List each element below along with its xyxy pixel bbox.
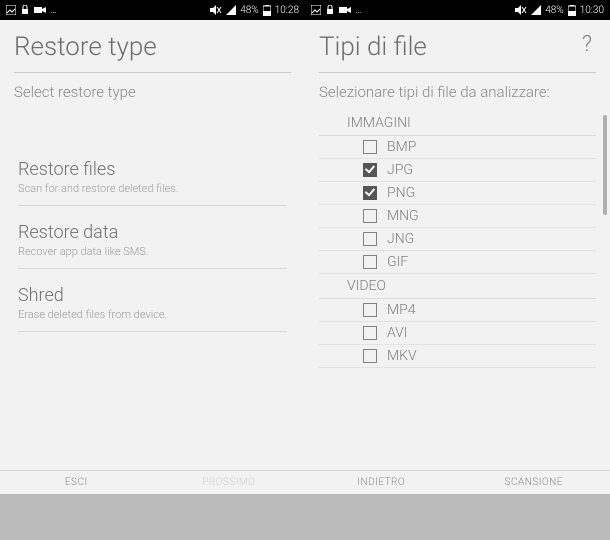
battery-pct: 48% [545,5,564,16]
item-label: JPG [387,162,413,178]
item-label: AVI [387,325,408,341]
checkbox[interactable] [363,186,377,200]
filetype-item-mng[interactable]: MNG [319,205,596,228]
dots-icon: … [50,5,56,16]
checkbox[interactable] [363,163,377,177]
clock: 10:30 [580,5,604,16]
footer: INDIETRO SCANSIONE [305,470,610,494]
option-title: Shred [18,285,287,306]
bottom-gray [0,494,305,540]
checkbox[interactable] [363,303,377,317]
checkbox[interactable] [363,209,377,223]
video-icon [34,5,46,15]
mute-icon [210,5,222,15]
checkbox[interactable] [363,349,377,363]
mute-icon [515,5,527,15]
filetype-item-mp4[interactable]: MP4 [319,299,596,322]
battery-pct: 48% [240,5,259,16]
category-video: VIDEO [319,274,596,299]
item-label: MNG [387,208,419,224]
status-right-icons: 48% 10:28 [210,5,299,16]
subtitle: Selezionare tipi di file da analizzare: [305,83,610,111]
image-icon [6,5,16,15]
clock: 10:28 [275,5,299,16]
help-icon[interactable]: ? [578,32,596,57]
file-type-list[interactable]: IMMAGINI BMP JPG PNG MNG JNG GIF VIDEO M… [305,111,610,368]
lock-icon [325,5,335,15]
checkbox[interactable] [363,232,377,246]
status-left-icons: … [311,5,361,16]
option-desc: Scan for and restore deleted files. [18,182,287,195]
status-bar: … 48% 10:30 [305,0,610,20]
video-icon [339,5,351,15]
status-left-icons: … [6,5,56,16]
filetype-item-png[interactable]: PNG [319,182,596,205]
option-restore-data[interactable]: Restore data Recover app data like SMS. [18,214,287,269]
restore-options: Restore files Scan for and restore delet… [0,111,305,332]
option-desc: Recover app data like SMS. [18,245,287,258]
filetype-item-gif[interactable]: GIF [319,251,596,274]
option-title: Restore files [18,159,287,180]
next-button[interactable]: PROSSIMO [153,471,306,494]
header: Tipi di file ? [305,20,610,68]
page-title: Restore type [14,32,157,62]
option-restore-files[interactable]: Restore files Scan for and restore delet… [18,151,287,206]
filetype-item-jpg[interactable]: JPG [319,159,596,182]
back-button[interactable]: INDIETRO [305,471,458,494]
battery-icon [568,5,576,16]
subtitle: Select restore type [0,83,305,111]
scrollbar[interactable] [603,115,607,215]
divider [319,72,596,73]
screen-restore-type: … 48% 10:28 Restore type Select restore … [0,0,305,540]
exit-button[interactable]: ESCI [0,471,153,494]
option-desc: Erase deleted files from device. [18,308,287,321]
checkbox[interactable] [363,140,377,154]
item-label: MP4 [387,302,416,318]
lock-icon [20,5,30,15]
filetype-item-avi[interactable]: AVI [319,322,596,345]
bottom-gray [305,494,610,540]
status-bar: … 48% 10:28 [0,0,305,20]
dots-icon: … [355,5,361,16]
scan-button[interactable]: SCANSIONE [458,471,610,494]
filetype-item-mkv[interactable]: MKV [319,345,596,368]
screen-file-types: … 48% 10:30 Tipi di file ? Selezionare t… [305,0,610,540]
item-label: JNG [387,231,414,247]
content: IMMAGINI BMP JPG PNG MNG JNG GIF VIDEO M… [305,111,610,471]
category-images: IMMAGINI [319,111,596,136]
footer: ESCI PROSSIMO [0,470,305,494]
status-right-icons: 48% 10:30 [515,5,604,16]
battery-icon [263,5,271,16]
image-icon [311,5,321,15]
item-label: PNG [387,185,415,201]
option-title: Restore data [18,222,287,243]
divider [14,72,291,73]
filetype-item-bmp[interactable]: BMP [319,136,596,159]
option-shred[interactable]: Shred Erase deleted files from device. [18,277,287,332]
checkbox[interactable] [363,326,377,340]
item-label: BMP [387,139,416,155]
header: Restore type [0,20,305,68]
page-title: Tipi di file [319,32,427,62]
signal-icon [531,5,541,15]
filetype-item-jng[interactable]: JNG [319,228,596,251]
checkbox[interactable] [363,255,377,269]
item-label: MKV [387,348,417,364]
item-label: GIF [387,254,408,270]
signal-icon [226,5,236,15]
content: Restore files Scan for and restore delet… [0,111,305,471]
